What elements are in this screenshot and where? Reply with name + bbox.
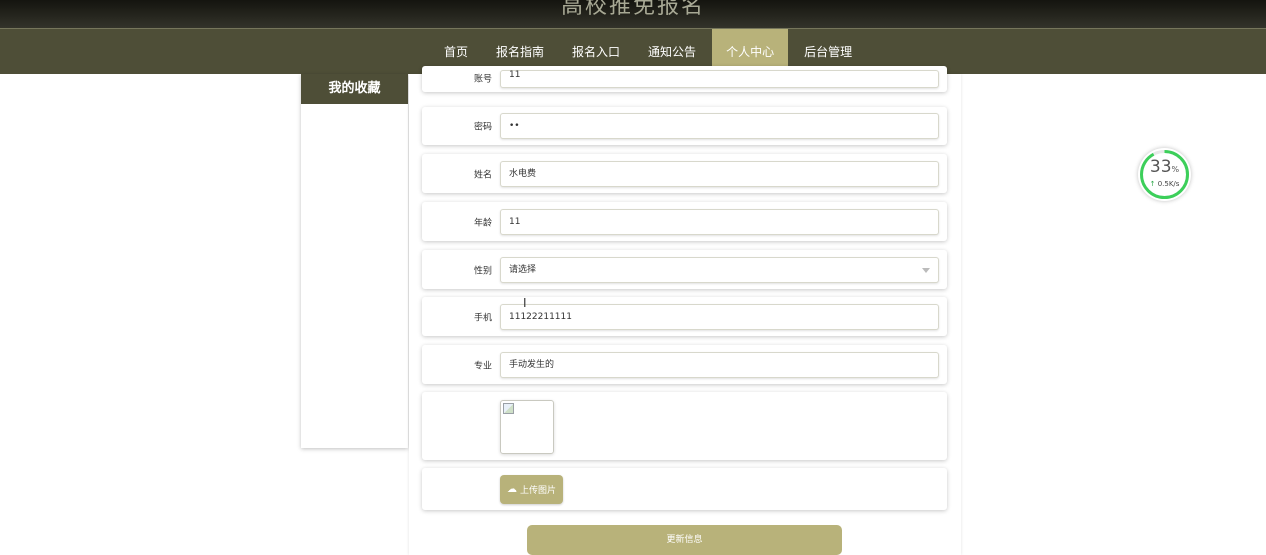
account-input[interactable]: 11 <box>500 70 939 88</box>
speed-percent-value: 33 <box>1149 157 1172 177</box>
sidebar: 我的收藏 <box>301 74 408 448</box>
upload-image-button[interactable]: ☁ 上传图片 <box>500 475 563 504</box>
form-row-gender: 性别 请选择 <box>422 250 947 289</box>
speed-rate: ↑ 0.5K/s <box>1138 180 1191 188</box>
phone-label: 手机 <box>473 313 492 323</box>
password-label: 密码 <box>473 122 492 133</box>
network-speed-widget[interactable]: 33% ↑ 0.5K/s <box>1138 148 1191 201</box>
form-row-major: 专业 手动发生的 <box>422 345 947 384</box>
photo-preview <box>500 400 554 454</box>
form-row-photo <box>422 392 947 460</box>
major-input[interactable]: 手动发生的 <box>500 351 939 378</box>
chevron-down-icon <box>922 267 930 273</box>
name-label: 姓名 <box>473 170 492 180</box>
upload-button-label: 上传图片 <box>519 486 556 496</box>
speed-percent: 33% <box>1138 157 1191 180</box>
form-row-account: 账号 11 <box>422 66 947 92</box>
text-cursor-icon: I <box>523 296 527 310</box>
sidebar-item-favorites[interactable]: 我的收藏 <box>301 74 408 104</box>
profile-form: 账号 11 密码 •• 姓名 水电费 年龄 11 性别 请选择 手机 11122… <box>409 66 961 555</box>
arrow-up-icon: ↑ <box>1149 180 1156 188</box>
form-row-age: 年龄 11 <box>422 202 947 241</box>
form-row-upload: ☁ 上传图片 <box>422 468 947 510</box>
form-row-name: 姓名 水电费 <box>422 154 947 193</box>
account-label: 账号 <box>473 74 492 85</box>
form-row-phone: 手机 11122211111 <box>422 297 947 336</box>
phone-input[interactable]: 11122211111 <box>500 303 939 330</box>
site-title: 高校推免报名 <box>560 0 705 19</box>
broken-image-icon <box>503 403 514 414</box>
gender-select[interactable]: 请选择 <box>500 256 939 283</box>
top-banner: 高校推免报名 <box>0 0 1266 28</box>
speed-rate-value: 0.5K/s <box>1157 180 1180 188</box>
update-info-button[interactable]: 更新信息 <box>527 525 842 555</box>
age-label: 年龄 <box>473 218 492 228</box>
gender-label: 性别 <box>473 266 492 276</box>
cloud-upload-icon: ☁ <box>506 483 517 495</box>
major-label: 专业 <box>473 361 492 371</box>
form-row-password: 密码 •• <box>422 107 947 145</box>
name-input[interactable]: 水电费 <box>500 160 939 187</box>
password-input[interactable]: •• <box>500 113 939 139</box>
gender-select-value: 请选择 <box>509 264 537 275</box>
speed-percent-unit: % <box>1171 165 1180 174</box>
age-input[interactable]: 11 <box>500 208 939 235</box>
